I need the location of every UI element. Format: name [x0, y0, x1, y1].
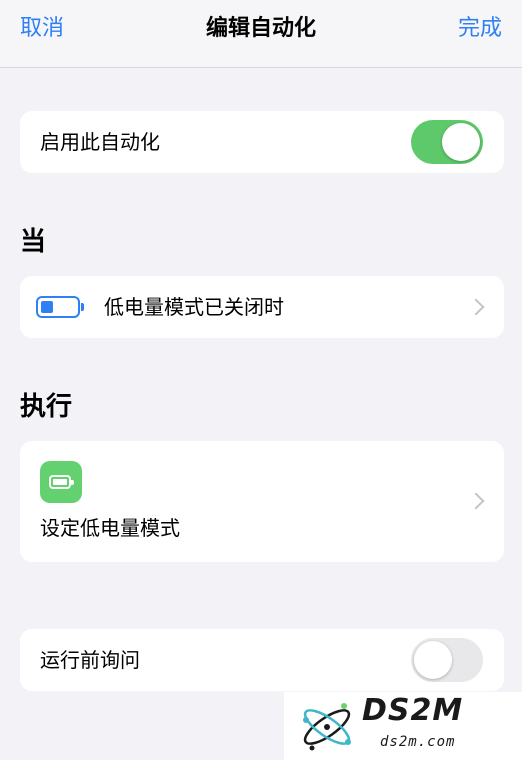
enable-automation-row: 启用此自动化 — [20, 111, 504, 173]
ask-before-running-label: 运行前询问 — [40, 648, 140, 672]
page-title: 编辑自动化 — [205, 16, 316, 41]
low-battery-icon — [36, 296, 84, 318]
watermark-brand: DS2M — [362, 693, 464, 728]
chevron-right-icon — [467, 298, 485, 316]
battery-glyph-fill — [53, 479, 67, 485]
atom-logo-icon — [303, 703, 351, 751]
watermark: DS2M ds2m.com — [284, 692, 522, 760]
trigger-label: 低电量模式已关闭时 — [104, 295, 284, 319]
battery-action-icon — [40, 461, 82, 503]
ask-before-running-row: 运行前询问 — [20, 629, 504, 691]
toggle-knob — [442, 123, 480, 161]
action-card[interactable]: 设定低电量模式 — [20, 441, 504, 562]
enable-automation-label: 启用此自动化 — [40, 130, 160, 154]
chevron-right-icon — [467, 492, 485, 510]
trigger-row[interactable]: 低电量模式已关闭时 — [20, 276, 504, 338]
battery-nub — [81, 303, 84, 311]
ask-before-running-toggle[interactable] — [411, 638, 483, 682]
battery-glyph — [49, 475, 74, 489]
enable-automation-toggle[interactable] — [411, 120, 483, 164]
navigation-bar: 取消 编辑自动化 完成 — [0, 0, 522, 68]
battery-glyph-nub — [71, 480, 74, 485]
do-section-title: 执行 — [20, 392, 73, 422]
done-button[interactable]: 完成 — [458, 14, 502, 44]
action-label: 设定低电量模式 — [40, 516, 180, 540]
toggle-knob — [414, 641, 452, 679]
battery-fill — [41, 301, 53, 313]
when-section-title: 当 — [20, 227, 47, 257]
watermark-domain: ds2m.com — [380, 734, 456, 750]
